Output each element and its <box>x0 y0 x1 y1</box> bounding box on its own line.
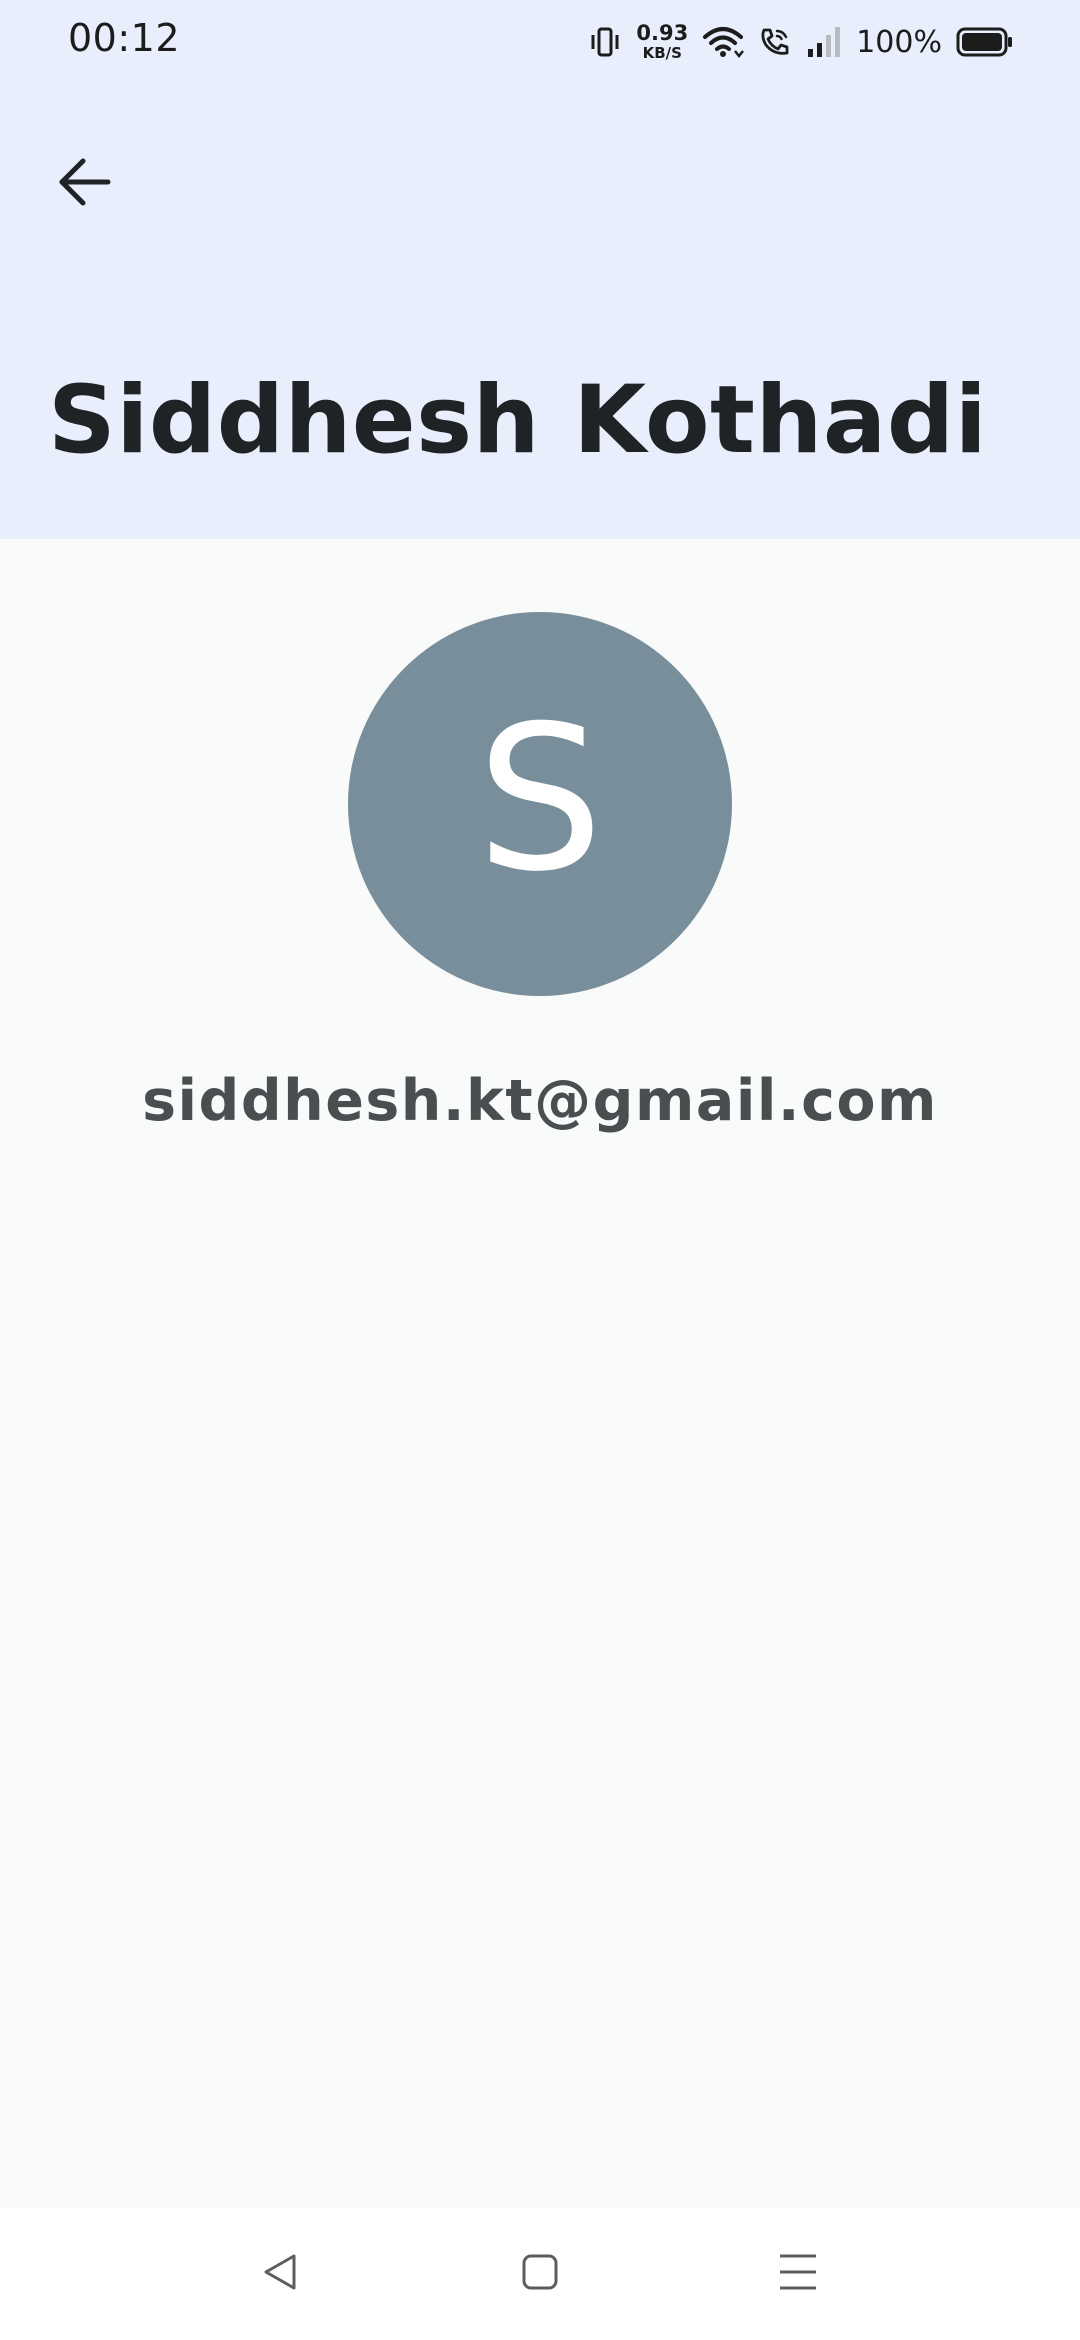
status-bar: 00:12 0.93 KB/S 100% <box>0 0 1080 84</box>
wifi-calling-icon <box>758 25 792 59</box>
system-nav-bar <box>0 2208 1080 2340</box>
avatar-letter: S <box>476 683 604 916</box>
wifi-icon <box>702 25 745 59</box>
battery-icon <box>956 27 1014 57</box>
page-title: Siddhesh Kothadi <box>48 366 988 475</box>
nav-home-button[interactable] <box>492 2238 588 2310</box>
home-square-icon <box>518 2250 562 2299</box>
arrow-left-icon <box>56 156 112 213</box>
back-triangle-icon <box>258 2250 302 2299</box>
nav-menu-button[interactable] <box>750 2238 846 2310</box>
nav-back-button[interactable] <box>232 2238 328 2310</box>
avatar: S <box>348 612 732 996</box>
network-speed: 0.93 KB/S <box>636 23 688 61</box>
battery-percent: 100% <box>856 24 942 60</box>
vibrate-icon <box>588 25 622 59</box>
status-time: 00:12 <box>68 16 181 60</box>
network-speed-unit: KB/S <box>642 44 682 62</box>
network-speed-value: 0.93 <box>636 21 689 45</box>
profile-email: siddhesh.kt@gmail.com <box>142 1068 938 1134</box>
app-header: 00:12 0.93 KB/S 100% Siddhesh Kothadi <box>0 0 1080 539</box>
status-icons: 0.93 KB/S 100% <box>588 18 1014 66</box>
back-button[interactable] <box>40 140 128 228</box>
menu-lines-icon <box>776 2250 820 2299</box>
cellular-signal-icon <box>806 25 842 59</box>
